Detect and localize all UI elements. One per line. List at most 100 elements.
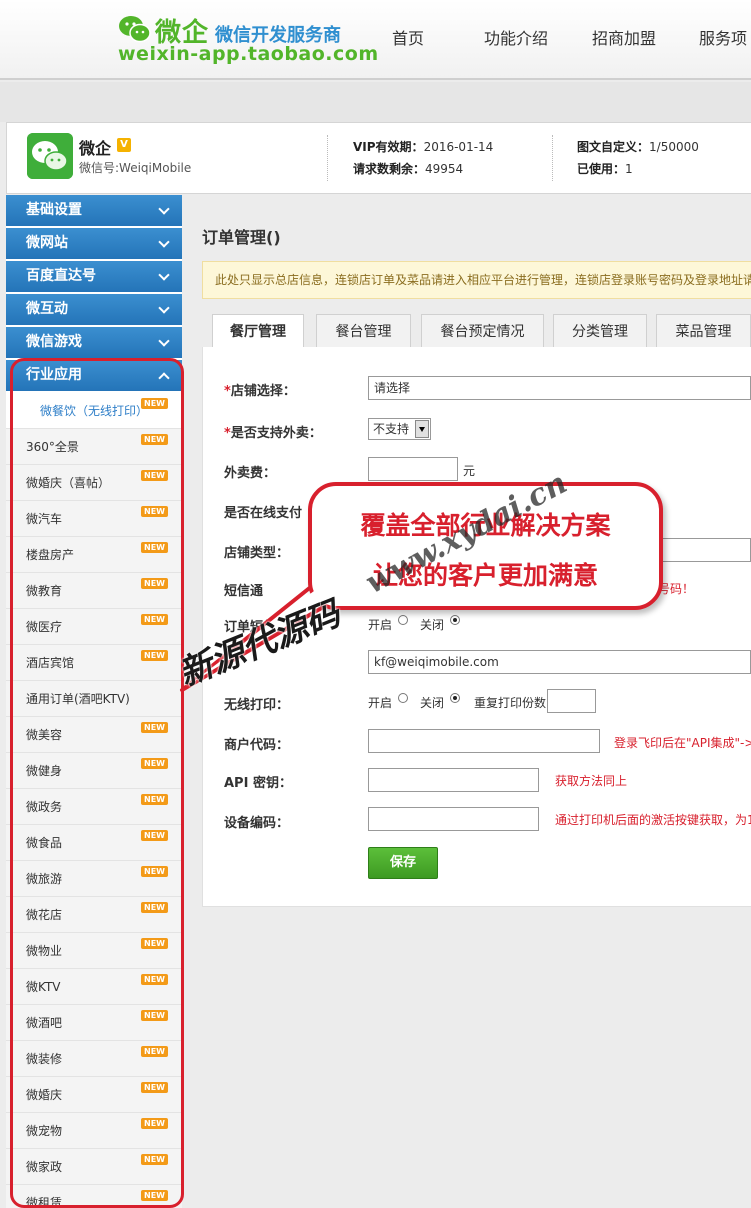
menu-group-basic-settings[interactable]: 基础设置 [6, 195, 182, 226]
sidebar-item-decoration[interactable]: 微装修 NEW [6, 1041, 182, 1077]
new-badge: NEW [141, 1046, 168, 1057]
print-on-radio[interactable] [398, 693, 408, 703]
vip-expiry: VIP有效期：2016-01-14 [353, 138, 493, 155]
menu-group-label: 微信游戏 [26, 334, 82, 350]
sidebar-item-ktv[interactable]: 微KTV NEW [6, 969, 182, 1005]
required-mark: * [224, 426, 231, 441]
takeout-label: *是否支持外卖： [224, 422, 322, 441]
sidebar-item-label: 微美容 [26, 728, 63, 742]
sidebar-item-florist[interactable]: 微花店 NEW [6, 897, 182, 933]
new-badge: NEW [141, 866, 168, 877]
menu-group-micro-site[interactable]: 微网站 [6, 228, 182, 259]
sidebar-item-rental[interactable]: 微租赁 NEW [6, 1185, 182, 1208]
sidebar-item-real-estate[interactable]: 楼盘房产 NEW [6, 537, 182, 573]
store-select[interactable]: 请选择 [368, 376, 751, 400]
save-button[interactable]: 保存 [368, 847, 438, 879]
tab-tables[interactable]: 餐台管理 [316, 314, 411, 348]
menu-group-label: 行业应用 [26, 367, 82, 383]
takeout-select[interactable]: 不支持 [368, 418, 431, 440]
account-id-value: WeiqiMobile [119, 161, 192, 175]
fee-label: 外卖费： [224, 466, 277, 481]
sidebar-item-government[interactable]: 微政务 NEW [6, 789, 182, 825]
wechat-avatar-icon [27, 133, 73, 179]
new-badge: NEW [141, 974, 168, 985]
chevron-down-icon [158, 269, 170, 281]
sidebar-item-hotel[interactable]: 酒店宾馆 NEW [6, 645, 182, 681]
sidebar-item-label: 微教育 [26, 584, 63, 598]
custom-quota-value: 1/50000 [649, 140, 699, 154]
tab-reservations[interactable]: 餐台预定情况 [421, 314, 544, 348]
order-sms-on-radio[interactable] [398, 615, 408, 625]
sidebar-item-label: 微食品 [26, 836, 63, 850]
store-label: *店铺选择： [224, 380, 296, 399]
used-count: 已使用：1 [577, 160, 633, 177]
sidebar-item-travel[interactable]: 微旅游 NEW [6, 861, 182, 897]
sidebar-item-fitness[interactable]: 微健身 NEW [6, 753, 182, 789]
device-label: 设备编码： [224, 816, 290, 831]
copies-input[interactable] [547, 689, 596, 713]
order-sms-on-label: 开启 [368, 618, 393, 632]
print-off-radio[interactable] [450, 693, 460, 703]
sidebar-item-label: 楼盘房产 [26, 548, 75, 562]
print-on-label: 开启 [368, 696, 393, 710]
sidebar-item-label: 微医疗 [26, 620, 63, 634]
nav-services[interactable]: 服务项 [699, 25, 747, 49]
sidebar-item-property[interactable]: 微物业 NEW [6, 933, 182, 969]
sidebar-item-catering[interactable]: 微餐饮（无线打印） NEW [6, 393, 182, 429]
sidebar-item-panorama[interactable]: 360°全景 NEW [6, 429, 182, 465]
new-badge: NEW [141, 614, 168, 625]
merchant-input[interactable] [368, 729, 600, 753]
menu-group-interaction[interactable]: 微互动 [6, 294, 182, 325]
sidebar-item-beauty[interactable]: 微美容 NEW [6, 717, 182, 753]
nav-franchise[interactable]: 招商加盟 [592, 25, 656, 49]
new-badge: NEW [141, 1154, 168, 1165]
nav-features[interactable]: 功能介绍 [484, 25, 548, 49]
sidebar-item-bar[interactable]: 微酒吧 NEW [6, 1005, 182, 1041]
tab-dishes[interactable]: 菜品管理 [656, 314, 751, 348]
nav-home[interactable]: 首页 [392, 25, 424, 49]
tab-restaurant[interactable]: 餐厅管理 [212, 314, 304, 349]
sidebar-item-label: 通用订单(酒吧KTV) [26, 692, 130, 706]
fee-input[interactable] [368, 457, 458, 481]
takeout-select-value: 不支持 [373, 422, 410, 436]
menu-group-label: 基础设置 [26, 202, 82, 218]
sidebar-item-general-order[interactable]: 通用订单(酒吧KTV) [6, 681, 182, 717]
brand-url: weixin-app.taobao.com [118, 43, 379, 65]
tab-bar: 餐厅管理 餐台管理 餐台预定情况 分类管理 菜品管理 [202, 312, 751, 349]
requests-remaining-value: 49954 [425, 162, 464, 176]
sidebar-item-education[interactable]: 微教育 NEW [6, 573, 182, 609]
verified-badge: V [117, 138, 131, 152]
sidebar-item-wedding-invite[interactable]: 微婚庆（喜帖） NEW [6, 465, 182, 501]
top-header: 微企 微信开发服务商 weixin-app.taobao.com 首页 功能介绍… [0, 0, 751, 80]
sidebar-item-label: 微租赁 [26, 1196, 63, 1208]
sidebar-item-label: 微婚庆 [26, 1088, 63, 1102]
new-badge: NEW [141, 902, 168, 913]
menu-group-industry-apps[interactable]: 行业应用 [6, 360, 182, 391]
sidebar-item-label: 微政务 [26, 800, 63, 814]
sidebar-item-medical[interactable]: 微医疗 NEW [6, 609, 182, 645]
menu-group-baidu-direct[interactable]: 百度直达号 [6, 261, 182, 292]
wechat-logo-icon [119, 16, 151, 43]
sidebar-item-label: 微物业 [26, 944, 63, 958]
sidebar-item-wedding[interactable]: 微婚庆 NEW [6, 1077, 182, 1113]
tab-categories[interactable]: 分类管理 [553, 314, 647, 348]
copies-label: 重复打印份数 [474, 696, 547, 710]
account-id-label: 微信号: [79, 161, 120, 175]
order-sms-off-radio[interactable] [450, 615, 460, 625]
email-field[interactable]: kf@weiqimobile.com [368, 650, 751, 674]
order-sms-off-label: 关闭 [420, 618, 445, 632]
new-badge: NEW [141, 758, 168, 769]
chevron-down-icon [158, 236, 170, 248]
sidebar-item-housekeeping[interactable]: 微家政 NEW [6, 1149, 182, 1185]
sidebar-item-pet[interactable]: 微宠物 NEW [6, 1113, 182, 1149]
menu-group-games[interactable]: 微信游戏 [6, 327, 182, 358]
device-input[interactable] [368, 807, 539, 831]
sidebar-item-food[interactable]: 微食品 NEW [6, 825, 182, 861]
new-badge: NEW [141, 398, 168, 409]
sidebar-item-car[interactable]: 微汽车 NEW [6, 501, 182, 537]
promo-callout: 覆盖全部行业解决方案 让您的客户更加满意 [308, 482, 663, 610]
sidebar-item-label: 360°全景 [26, 440, 79, 454]
info-divider [552, 135, 553, 181]
sidebar-item-label: 微旅游 [26, 872, 63, 886]
api-key-input[interactable] [368, 768, 539, 792]
